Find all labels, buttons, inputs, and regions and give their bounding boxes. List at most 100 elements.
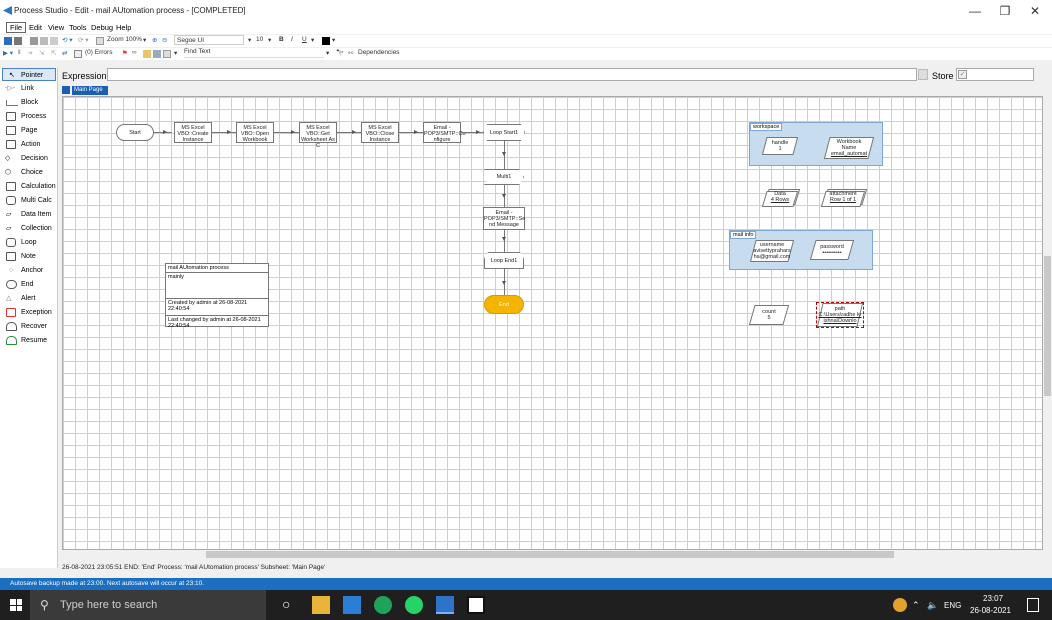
weather-icon[interactable] (893, 598, 907, 612)
font-size-dropdown-icon[interactable]: ▾ (268, 36, 271, 44)
palette-pointer[interactable]: Pointer ↖ (2, 68, 56, 81)
page-tab-dropdown-icon[interactable] (62, 86, 70, 94)
task-view-icon[interactable]: ○ (282, 596, 290, 612)
palette-action[interactable]: Action (2, 138, 56, 151)
data-item-handle[interactable]: handle 1 (762, 137, 798, 155)
font-size-select[interactable]: 10 (256, 36, 263, 43)
data-item-path[interactable]: path C:\Users\radhe krishna\Downlo (816, 302, 864, 328)
font-select[interactable]: Segoe UI (174, 35, 244, 45)
data-icon[interactable] (143, 50, 151, 58)
palette-note[interactable]: Note (2, 250, 56, 263)
zoom-out-icon[interactable]: ⊖ (162, 36, 167, 44)
find-text-input[interactable]: Find Text (184, 48, 324, 58)
restore-button[interactable]: ❐ (990, 3, 1020, 19)
palette-data-item[interactable]: ▱ Data Item (2, 208, 56, 221)
palette-decision[interactable]: ◇ Decision (2, 152, 56, 165)
palette-link[interactable]: -▷- Link (2, 82, 56, 95)
data-item-count[interactable]: count 5 (749, 305, 789, 325)
palette-resume[interactable]: Resume (2, 334, 56, 347)
palette-collection[interactable]: ▱ Collection (2, 222, 56, 235)
collection-attachment[interactable]: attachment Row 1 of 1 (821, 189, 867, 207)
file-explorer-icon[interactable] (312, 596, 330, 614)
action-email-configure[interactable]: Email - POP3/SMTP::Co nfigure (423, 122, 466, 143)
data-item-password[interactable]: password •••••••••• (810, 240, 854, 260)
panel-dropdown-icon[interactable]: ▾ (174, 49, 177, 57)
breakpoint-flag-icon[interactable]: ⚑ (122, 49, 128, 57)
step-over-icon[interactable]: ⇲ (39, 49, 44, 57)
underline-button[interactable]: U (302, 36, 307, 43)
expression-input[interactable] (107, 68, 917, 81)
edge-icon[interactable] (374, 596, 392, 614)
validate-icon[interactable] (74, 50, 82, 58)
font-dropdown-icon[interactable]: ▾ (248, 36, 251, 44)
dependencies-button[interactable]: Dependencies (358, 49, 400, 56)
collection-data[interactable]: Data 4 Rows (762, 189, 800, 207)
undo-icon[interactable]: ⟲ ▾ (62, 36, 73, 44)
zoom-select[interactable]: Zoom 100% (107, 36, 142, 43)
zoom-in-icon[interactable]: ⊕ (152, 36, 157, 44)
panel-icon[interactable] (163, 50, 171, 58)
action-open-workbook[interactable]: MS Excel VBO::Open Workbook (236, 122, 274, 143)
store-in-input[interactable] (956, 68, 1034, 81)
mail-info-block[interactable]: mail info username avisettypraharsha@gma… (729, 230, 873, 270)
palette-loop[interactable]: Loop (2, 236, 56, 249)
end-stage[interactable]: End (484, 295, 524, 314)
italic-button[interactable]: I (291, 36, 293, 43)
palette-multi-calc[interactable]: Multi Calc (2, 194, 56, 207)
photos-icon[interactable] (467, 596, 485, 614)
dependencies-icon[interactable]: ⚯ (348, 49, 353, 57)
watch-icon[interactable]: ∞ (132, 49, 137, 56)
action-create-instance[interactable]: MS Excel VBO::Create Instance (174, 122, 212, 143)
run-icon[interactable]: ▶ ▾ (3, 49, 13, 57)
bold-button[interactable]: B (279, 36, 284, 43)
palette-block[interactable]: Block (2, 96, 56, 109)
workspace-block[interactable]: workspace handle 1 Workbook Name email_a… (749, 122, 883, 166)
mail-icon[interactable] (343, 596, 361, 614)
start-stage[interactable]: Start (116, 124, 154, 141)
menu-edit[interactable]: Edit (26, 23, 45, 32)
multi-calc-stage[interactable]: Multi1 (484, 169, 524, 185)
palette-recover[interactable]: Recover (2, 320, 56, 333)
find-icon[interactable]: 🔭 (336, 49, 344, 57)
menu-help[interactable]: Help (113, 23, 134, 32)
menu-view[interactable]: View (45, 23, 67, 32)
underline-dropdown-icon[interactable]: ▾ (311, 36, 314, 44)
save-icon[interactable] (4, 37, 12, 45)
color-dropdown-icon[interactable]: ▾ (332, 36, 335, 44)
taskbar-search-input[interactable]: Type here to search (30, 590, 266, 620)
action-close-instance[interactable]: MS Excel VBO::Close Instance (361, 122, 399, 143)
tray-chevron-icon[interactable]: ⌃ (912, 600, 920, 611)
close-button[interactable]: ✕ (1020, 3, 1050, 19)
loop-end-stage[interactable]: Loop End1 (484, 252, 524, 269)
palette-alert[interactable]: △ Alert (2, 292, 56, 305)
pause-icon[interactable]: ‖ (18, 49, 21, 56)
volume-icon[interactable]: 🔈 (927, 600, 938, 611)
action-send-message[interactable]: Email - POP3/SMTP::Se nd Message (483, 207, 525, 230)
step-icon[interactable]: ⇥ (27, 49, 32, 57)
print-icon[interactable] (14, 37, 22, 45)
loop-start-stage[interactable]: Loop Start1 (483, 124, 525, 141)
clock-date[interactable]: 26-08-2021 (970, 606, 1011, 615)
palette-page[interactable]: Page (2, 124, 56, 137)
redo-icon[interactable]: ⟳ ▾ (78, 36, 89, 44)
minimize-button[interactable]: — (960, 3, 990, 19)
errors-button[interactable]: (0) Errors (85, 49, 112, 56)
zoom-dropdown-icon[interactable]: ▾ (143, 36, 146, 44)
process-canvas[interactable]: Start MS Excel VBO::Create Instance MS E… (62, 96, 1043, 550)
cut-icon[interactable] (30, 37, 38, 45)
store-in-check-icon[interactable]: ✓ (958, 70, 967, 79)
clock-time[interactable]: 23:07 (983, 594, 1003, 603)
menu-file[interactable]: File (6, 22, 27, 33)
step-out-icon[interactable]: ⇱ (51, 49, 56, 57)
horizontal-scroll-thumb[interactable] (206, 551, 894, 558)
palette-end[interactable]: End (2, 278, 56, 291)
palette-anchor[interactable]: ○ Anchor (2, 264, 56, 277)
data-item-username[interactable]: username avisettypraharsha@gmail.com (750, 240, 794, 262)
paste-icon[interactable] (50, 37, 58, 45)
expression-editor-button[interactable] (918, 69, 928, 80)
data-item-workbook-name[interactable]: Workbook Name email_automat (824, 137, 874, 159)
page-icon[interactable] (96, 37, 104, 45)
palette-calculation[interactable]: Calculation (2, 180, 56, 193)
tab-main-page[interactable]: Main Page (72, 86, 108, 95)
windows-start-icon[interactable] (10, 599, 22, 611)
